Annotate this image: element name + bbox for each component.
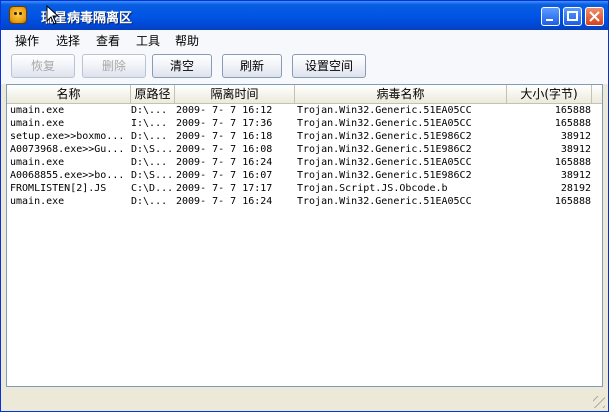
- table-row[interactable]: A0073968.exe>>Gu... D:\S... 2009- 7- 7 1…: [7, 143, 602, 156]
- resize-grip-icon[interactable]: [593, 396, 605, 408]
- cell-size: 165888: [554, 196, 591, 207]
- cell-virus: Trojan.Script.JS.Obcode.b: [297, 183, 448, 194]
- column-quarantine-time[interactable]: 隔离时间: [175, 85, 295, 103]
- cell-path: C:\D...: [131, 183, 171, 194]
- cell-name: umain.exe: [10, 118, 65, 129]
- cell-path: D:\...: [131, 157, 168, 168]
- cell-path: D:\S...: [131, 144, 171, 155]
- cell-time: 2009- 7- 7 16:12: [176, 105, 273, 116]
- clear-button[interactable]: 清空: [152, 54, 212, 78]
- table-row[interactable]: setup.exe>>boxmo... D:\... 2009- 7- 7 16…: [7, 130, 602, 143]
- table-row[interactable]: A0068855.exe>>bo... D:\S... 2009- 7- 7 1…: [7, 169, 602, 182]
- title-bar[interactable]: 瑞星病毒隔离区: [1, 1, 608, 30]
- cell-path: D:\...: [131, 105, 168, 116]
- maximize-icon: [567, 11, 578, 21]
- cell-size: 38912: [560, 131, 591, 142]
- cell-time: 2009- 7- 7 16:24: [176, 157, 273, 168]
- status-bar: [1, 390, 608, 411]
- menu-help[interactable]: 帮助: [175, 32, 199, 49]
- maximize-button[interactable]: [563, 7, 582, 26]
- cell-name: setup.exe>>boxmo...: [10, 131, 125, 142]
- cell-virus: Trojan.Win32.Generic.51E986C2: [297, 170, 472, 181]
- cell-virus: Trojan.Win32.Generic.51EA05CC: [297, 157, 472, 168]
- cell-name: A0073968.exe>>Gu...: [10, 144, 125, 155]
- list-header: 名称 原路径 隔离时间 病毒名称 大小(字节): [7, 85, 602, 104]
- refresh-button[interactable]: 刷新: [222, 54, 282, 78]
- close-button[interactable]: [585, 7, 604, 26]
- menu-tools[interactable]: 工具: [136, 32, 160, 49]
- cell-time: 2009- 7- 7 17:36: [176, 118, 273, 129]
- minimize-button[interactable]: [541, 7, 560, 26]
- table-row[interactable]: umain.exe D:\... 2009- 7- 7 16:24 Trojan…: [7, 156, 602, 169]
- column-original-path[interactable]: 原路径: [131, 85, 175, 103]
- cell-name: FROMLISTEN[2].JS: [10, 183, 107, 194]
- quarantine-list[interactable]: 名称 原路径 隔离时间 病毒名称 大小(字节) umain.exe D:\...…: [6, 84, 603, 387]
- set-space-button[interactable]: 设置空间: [292, 54, 366, 78]
- cell-size: 28192: [560, 183, 591, 194]
- cell-size: 165888: [554, 105, 591, 116]
- column-size[interactable]: 大小(字节): [507, 85, 592, 103]
- cell-virus: Trojan.Win32.Generic.51E986C2: [297, 144, 472, 155]
- cell-virus: Trojan.Win32.Generic.51E986C2: [297, 131, 472, 142]
- cell-name: A0068855.exe>>bo...: [10, 170, 125, 181]
- column-filler: [592, 85, 602, 103]
- close-icon: [589, 11, 600, 22]
- table-row[interactable]: umain.exe D:\... 2009- 7- 7 16:24 Trojan…: [7, 195, 602, 208]
- cell-time: 2009- 7- 7 17:17: [176, 183, 273, 194]
- menu-view[interactable]: 查看: [96, 32, 120, 49]
- cell-time: 2009- 7- 7 16:24: [176, 196, 273, 207]
- cell-name: umain.exe: [10, 196, 65, 207]
- cell-path: D:\S...: [131, 170, 171, 181]
- minimize-icon: [546, 19, 553, 21]
- toolbar: 恢复 删除 清空 刷新 设置空间: [1, 50, 608, 84]
- cell-path: I:\...: [131, 118, 168, 129]
- menu-bar: 操作 选择 查看 工具 帮助: [1, 30, 608, 50]
- cell-size: 165888: [554, 157, 591, 168]
- quarantine-window: 瑞星病毒隔离区 操作 选择 查看 工具 帮助 恢复 删除 清空 刷新 设置空间 …: [0, 0, 609, 412]
- delete-button[interactable]: 删除: [82, 54, 146, 78]
- cell-size: 165888: [554, 118, 591, 129]
- table-row[interactable]: umain.exe I:\... 2009- 7- 7 17:36 Trojan…: [7, 117, 602, 130]
- list-rows: umain.exe D:\... 2009- 7- 7 16:12 Trojan…: [7, 104, 602, 208]
- table-row[interactable]: FROMLISTEN[2].JS C:\D... 2009- 7- 7 17:1…: [7, 182, 602, 195]
- menu-operate[interactable]: 操作: [15, 32, 39, 49]
- cell-time: 2009- 7- 7 16:07: [176, 170, 273, 181]
- cell-time: 2009- 7- 7 16:08: [176, 144, 273, 155]
- cell-path: D:\...: [131, 196, 168, 207]
- cell-name: umain.exe: [10, 105, 65, 116]
- mouse-cursor-icon: [46, 5, 60, 25]
- cell-virus: Trojan.Win32.Generic.51EA05CC: [297, 118, 472, 129]
- restore-button[interactable]: 恢复: [11, 54, 75, 78]
- cell-name: umain.exe: [10, 157, 65, 168]
- menu-select[interactable]: 选择: [56, 32, 80, 49]
- cell-time: 2009- 7- 7 16:18: [176, 131, 273, 142]
- cell-size: 38912: [560, 144, 591, 155]
- cell-virus: Trojan.Win32.Generic.51EA05CC: [297, 105, 472, 116]
- cell-size: 38912: [560, 170, 591, 181]
- column-virus-name[interactable]: 病毒名称: [295, 85, 507, 103]
- cell-virus: Trojan.Win32.Generic.51EA05CC: [297, 196, 472, 207]
- cell-path: D:\...: [131, 131, 168, 142]
- table-row[interactable]: umain.exe D:\... 2009- 7- 7 16:12 Trojan…: [7, 104, 602, 117]
- rising-lion-icon[interactable]: [9, 6, 27, 24]
- column-name[interactable]: 名称: [7, 85, 131, 103]
